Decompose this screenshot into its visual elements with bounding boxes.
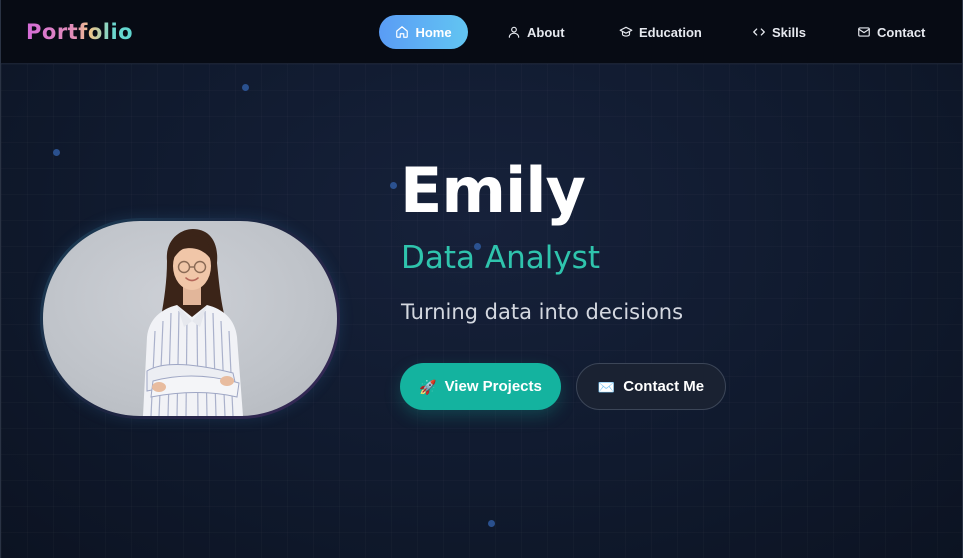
contact-me-button[interactable]: ✉️ Contact Me — [576, 363, 726, 410]
view-projects-label: View Projects — [444, 378, 542, 395]
rocket-icon: 🚀 — [419, 378, 437, 395]
background-particle — [53, 149, 60, 156]
profile-photo-frame — [40, 218, 340, 419]
background-particle — [488, 520, 495, 527]
nav-skills-label: Skills — [772, 24, 806, 40]
code-icon — [752, 25, 766, 39]
home-icon — [395, 25, 409, 39]
view-projects-button[interactable]: 🚀 View Projects — [400, 363, 561, 410]
nav-home-label: Home — [415, 24, 452, 40]
nav-education[interactable]: Education — [605, 15, 716, 49]
background-particle — [390, 182, 397, 189]
graduation-cap-icon — [619, 25, 633, 39]
envelope-icon: ✉️ — [597, 378, 616, 395]
hero-tagline: Turning data into decisions — [401, 300, 684, 324]
nav-home[interactable]: Home — [379, 15, 468, 49]
hero-role: Data Analyst — [401, 240, 600, 276]
nav-contact-label: Contact — [877, 24, 926, 40]
brand-logo[interactable]: Portfolio — [26, 18, 133, 46]
profile-photo — [43, 221, 337, 416]
mail-icon — [857, 25, 871, 39]
background-particle — [242, 84, 249, 91]
nav-about[interactable]: About — [493, 15, 579, 49]
contact-me-label: Contact Me — [623, 378, 705, 395]
top-navbar: Portfolio Home About Education Skills Co… — [1, 0, 962, 64]
nav-about-label: About — [527, 24, 565, 40]
nav-contact[interactable]: Contact — [843, 15, 939, 49]
nav-education-label: Education — [639, 24, 702, 40]
user-icon — [507, 25, 521, 39]
person-illustration — [143, 229, 243, 416]
portfolio-page: Portfolio Home About Education Skills Co… — [0, 0, 963, 558]
hero-name: Emily — [400, 154, 586, 227]
nav-skills[interactable]: Skills — [738, 15, 820, 49]
